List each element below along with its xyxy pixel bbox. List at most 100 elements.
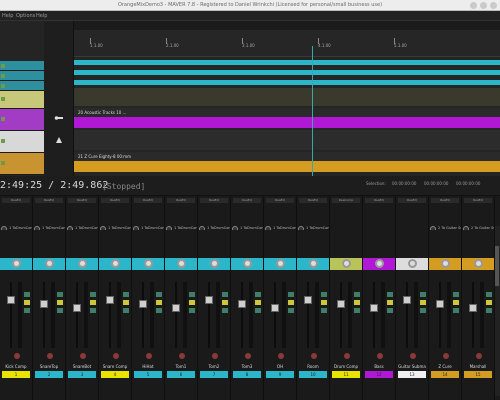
- volume-fader-track[interactable]: [142, 282, 144, 348]
- send-knob-icon[interactable]: [265, 226, 271, 230]
- send-slot[interactable]: 1 ToDrumComp: [198, 226, 230, 230]
- send-knob-icon[interactable]: [232, 226, 238, 230]
- channel-name[interactable]: HiHat: [134, 364, 162, 370]
- mute-button[interactable]: [222, 292, 228, 297]
- mute-button[interactable]: [189, 308, 195, 313]
- record-arm-button[interactable]: [178, 353, 185, 359]
- record-arm-button[interactable]: [376, 353, 383, 359]
- volume-fader-track[interactable]: [307, 282, 309, 348]
- pan-knob[interactable]: [242, 259, 252, 268]
- mute-button[interactable]: [156, 292, 162, 297]
- channel-name[interactable]: Guitar Subma: [398, 364, 426, 370]
- send-slot[interactable]: 1 ToDrumComp: [66, 226, 98, 230]
- fx-insert-slot[interactable]: ReaEQ: [299, 198, 327, 203]
- send-slot[interactable]: 1 ToDrumComp: [132, 226, 164, 230]
- send-slot[interactable]: 1 ToDrumComp: [33, 226, 65, 230]
- fx-insert-slot[interactable]: ReaComp: [332, 198, 360, 203]
- mute-button[interactable]: [24, 308, 30, 313]
- mute-button[interactable]: [321, 308, 327, 313]
- mute-button[interactable]: [354, 308, 360, 313]
- volume-fader-track[interactable]: [373, 282, 375, 348]
- send-slot[interactable]: 2 To Guitar Sub: [462, 226, 494, 230]
- record-arm-button[interactable]: [442, 353, 449, 359]
- channel-name[interactable]: SnareTop: [35, 364, 63, 370]
- fx-insert-slot[interactable]: ReaEQ: [101, 198, 129, 203]
- mute-button[interactable]: [354, 292, 360, 297]
- record-arm-button[interactable]: [409, 353, 416, 359]
- track-arm-button[interactable]: [1, 97, 5, 101]
- solo-button[interactable]: [123, 300, 129, 305]
- send-knob-icon[interactable]: [199, 226, 205, 230]
- pan-knob[interactable]: [143, 259, 153, 268]
- volume-fader-handle[interactable]: [271, 304, 279, 312]
- track-arm-button[interactable]: [1, 161, 5, 165]
- send-knob-icon[interactable]: [298, 226, 304, 230]
- volume-fader-track[interactable]: [175, 282, 177, 348]
- mute-button[interactable]: [57, 308, 63, 313]
- mute-button[interactable]: [321, 292, 327, 297]
- track-arm-button[interactable]: [1, 117, 5, 121]
- record-arm-button[interactable]: [46, 353, 53, 359]
- menu-item[interactable]: Help: [36, 13, 47, 19]
- volume-fader-handle[interactable]: [139, 300, 147, 308]
- scrollbar-thumb[interactable]: [495, 246, 499, 286]
- solo-button[interactable]: [90, 300, 96, 305]
- volume-fader-handle[interactable]: [469, 304, 477, 312]
- fx-insert-slot[interactable]: ReaEQ: [68, 198, 96, 203]
- send-knob-icon[interactable]: [166, 226, 172, 230]
- fx-insert-slot[interactable]: ReaEQ: [431, 198, 459, 203]
- solo-button[interactable]: [255, 300, 261, 305]
- pan-knob[interactable]: [44, 259, 54, 268]
- mute-button[interactable]: [420, 308, 426, 313]
- volume-fader-track[interactable]: [406, 282, 408, 348]
- fx-insert-slot[interactable]: ReaEQ: [2, 198, 30, 203]
- fx-insert-slot[interactable]: ReaEQ: [464, 198, 492, 203]
- track-arm-button[interactable]: [1, 84, 5, 88]
- mute-button[interactable]: [57, 292, 63, 297]
- track-lane[interactable]: [74, 80, 500, 85]
- track-lane[interactable]: [74, 130, 500, 150]
- timeline-ruler[interactable]: 1.1.00 2.1.00 3.1.00 4.1.00 5.1.00: [74, 30, 500, 57]
- record-arm-button[interactable]: [475, 353, 482, 359]
- mute-button[interactable]: [123, 292, 129, 297]
- solo-button[interactable]: [354, 300, 360, 305]
- solo-button[interactable]: [453, 300, 459, 305]
- send-slot[interactable]: 1 ToDrumComp: [297, 226, 329, 230]
- volume-fader-track[interactable]: [241, 282, 243, 348]
- record-arm-button[interactable]: [13, 353, 20, 359]
- pan-knob[interactable]: [374, 259, 384, 268]
- track-header[interactable]: [0, 91, 44, 109]
- selection-start[interactable]: 00:00:00:00: [392, 181, 416, 186]
- pan-knob[interactable]: [11, 259, 21, 268]
- mute-button[interactable]: [90, 292, 96, 297]
- menu-item[interactable]: Help: [2, 13, 13, 19]
- mute-button[interactable]: [255, 292, 261, 297]
- solo-button[interactable]: [387, 300, 393, 305]
- solo-button[interactable]: [222, 300, 228, 305]
- send-knob-icon[interactable]: [133, 226, 139, 230]
- track-arm-button[interactable]: [1, 139, 5, 143]
- volume-fader-handle[interactable]: [172, 304, 180, 312]
- pan-knob[interactable]: [275, 259, 285, 268]
- mute-button[interactable]: [387, 308, 393, 313]
- send-slot[interactable]: 1 ToDrumComp: [231, 226, 263, 230]
- track-lane[interactable]: [74, 60, 500, 65]
- solo-button[interactable]: [288, 300, 294, 305]
- pan-knob[interactable]: [407, 259, 417, 268]
- record-arm-button[interactable]: [310, 353, 317, 359]
- mute-button[interactable]: [453, 308, 459, 313]
- track-arm-button[interactable]: [1, 64, 5, 68]
- send-knob-icon[interactable]: [100, 226, 106, 230]
- volume-fader-track[interactable]: [439, 282, 441, 348]
- media-item-body[interactable]: [74, 117, 500, 128]
- menu-item[interactable]: Options: [16, 13, 35, 19]
- send-knob-icon[interactable]: [34, 226, 40, 230]
- volume-fader-handle[interactable]: [337, 300, 345, 308]
- channel-name[interactable]: Tom1: [167, 364, 195, 370]
- send-slot[interactable]: 2 To Guitar Sub: [429, 226, 461, 230]
- track-header[interactable]: [0, 131, 44, 153]
- volume-fader-handle[interactable]: [370, 304, 378, 312]
- track-lane[interactable]: [74, 70, 500, 75]
- mute-button[interactable]: [486, 292, 492, 297]
- track-header[interactable]: [0, 153, 44, 175]
